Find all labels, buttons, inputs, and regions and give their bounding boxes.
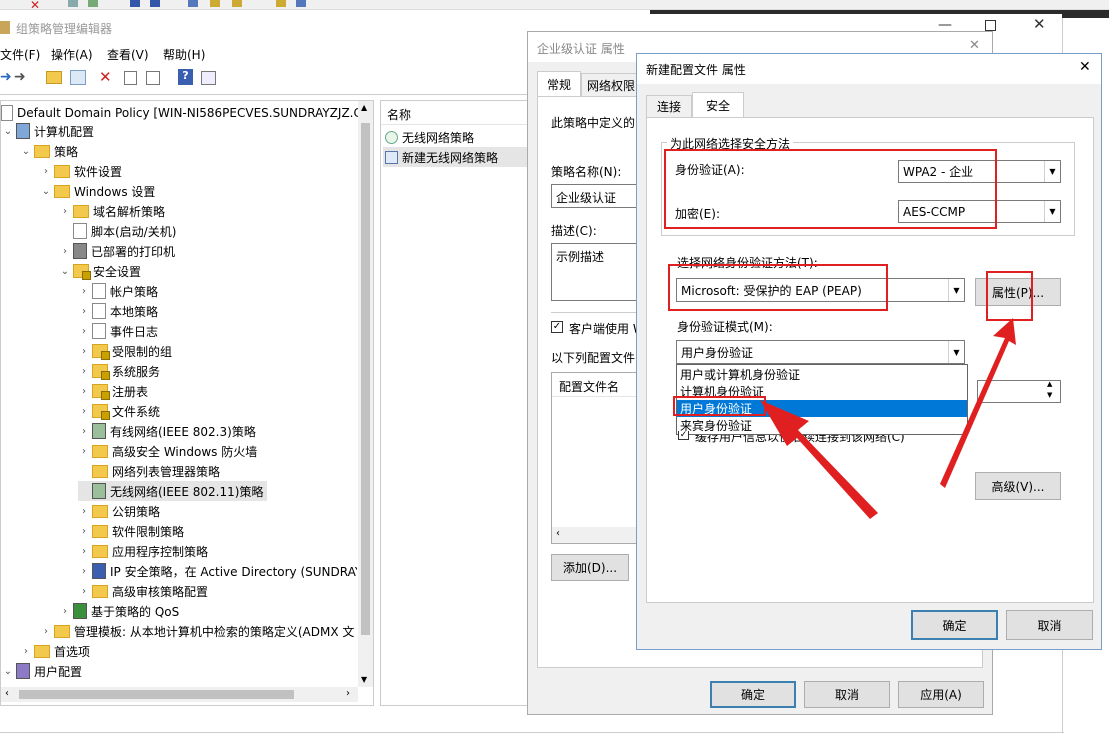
annotation-arrow-right xyxy=(940,318,1016,488)
annotation-arrows xyxy=(760,318,1016,519)
annotation-arrow-left xyxy=(760,400,878,519)
